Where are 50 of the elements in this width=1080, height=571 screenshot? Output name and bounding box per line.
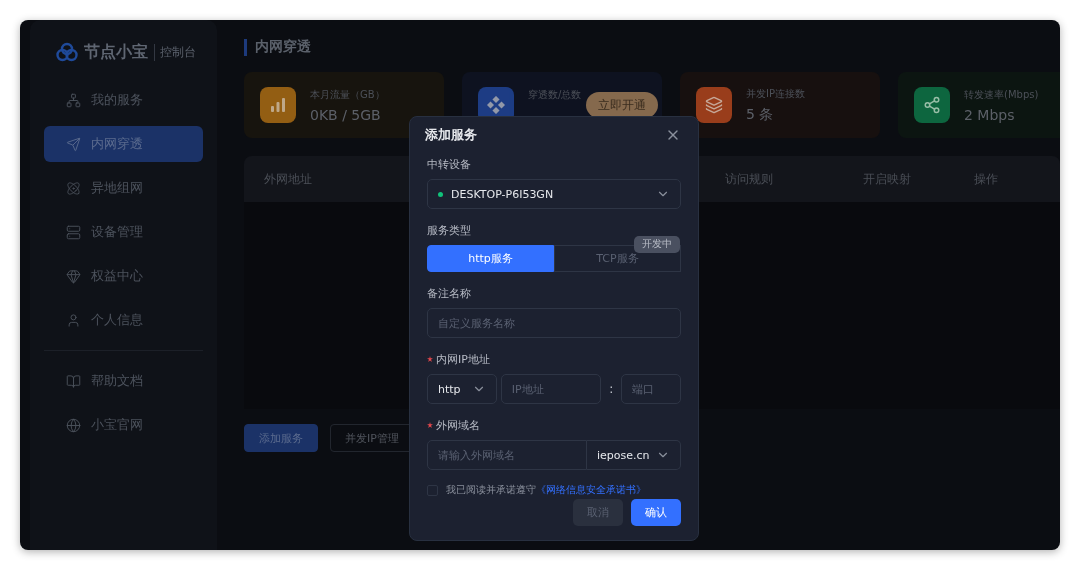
agreement-text: 我已阅读并承诺遵守 [446,484,536,497]
ip-field[interactable]: IP地址 [500,374,602,404]
stat-label: 本月流量（GB） [310,87,385,102]
sidebar-item[interactable]: 权益中心 [44,258,203,294]
nav-icon [66,180,81,196]
separator-text: : [608,382,615,396]
domain-suffix-select[interactable]: iepose.cn [587,440,681,470]
type-tab[interactable]: http服务 [427,245,554,272]
nav-icon [66,373,81,389]
stat-value: 0KB / 5GB [310,106,382,123]
dialog-title: 添加服务 [425,126,477,144]
bar-chart-icon [269,96,287,114]
brand-subtitle: 控制台 [154,43,196,61]
activate-button[interactable]: 立即开通 [586,92,658,118]
sidebar-item[interactable]: 小宝官网 [44,407,203,443]
sidebar-item[interactable]: 我的服务 [44,82,203,118]
sidebar-item[interactable]: 异地组网 [44,170,203,206]
agreement-link[interactable]: 《网络信息安全承诺书》 [536,484,646,497]
brand-name: 节点小宝 [84,41,148,63]
confirm-button[interactable]: 确认 [631,499,681,526]
nav-icon [66,417,81,433]
port-field[interactable]: 端口 [621,374,681,404]
stat-label: 并发IP连接数 [746,86,805,101]
nav-icon [66,268,81,284]
sidebar-item[interactable]: 设备管理 [44,214,203,250]
protocol-select[interactable]: http [427,374,497,404]
nav-icon [66,136,81,152]
nav-icon [66,92,81,108]
device-select[interactable]: DESKTOP-P6I53GN [427,179,681,209]
column-header: 操作 [974,171,998,188]
stat-value: 5 条 [746,105,775,124]
sidebar-item[interactable]: 内网穿透 [44,126,203,162]
field-label: 备注名称 [427,285,471,301]
layers-icon [705,96,723,114]
nav-icon [66,312,81,328]
field-label: 内网IP地址 [436,351,490,367]
status-badge: 开发中 [634,236,680,253]
field-label: 外网域名 [436,417,480,433]
page-title: 内网穿透 [255,38,311,56]
field-label: 服务类型 [427,222,471,238]
name-field[interactable]: 自定义服务名称 [427,308,681,338]
sidebar-item[interactable]: 个人信息 [44,302,203,338]
network-icon [923,96,941,114]
field-label: 中转设备 [427,156,471,172]
stat-label: 转发速率(Mbps) [964,87,1039,102]
stat-value: 2 Mbps [964,106,1016,123]
nav-icon [66,224,81,240]
diamonds-icon [487,96,505,114]
logo-icon [56,42,78,62]
sidebar-item[interactable]: 帮助文档 [44,363,203,399]
